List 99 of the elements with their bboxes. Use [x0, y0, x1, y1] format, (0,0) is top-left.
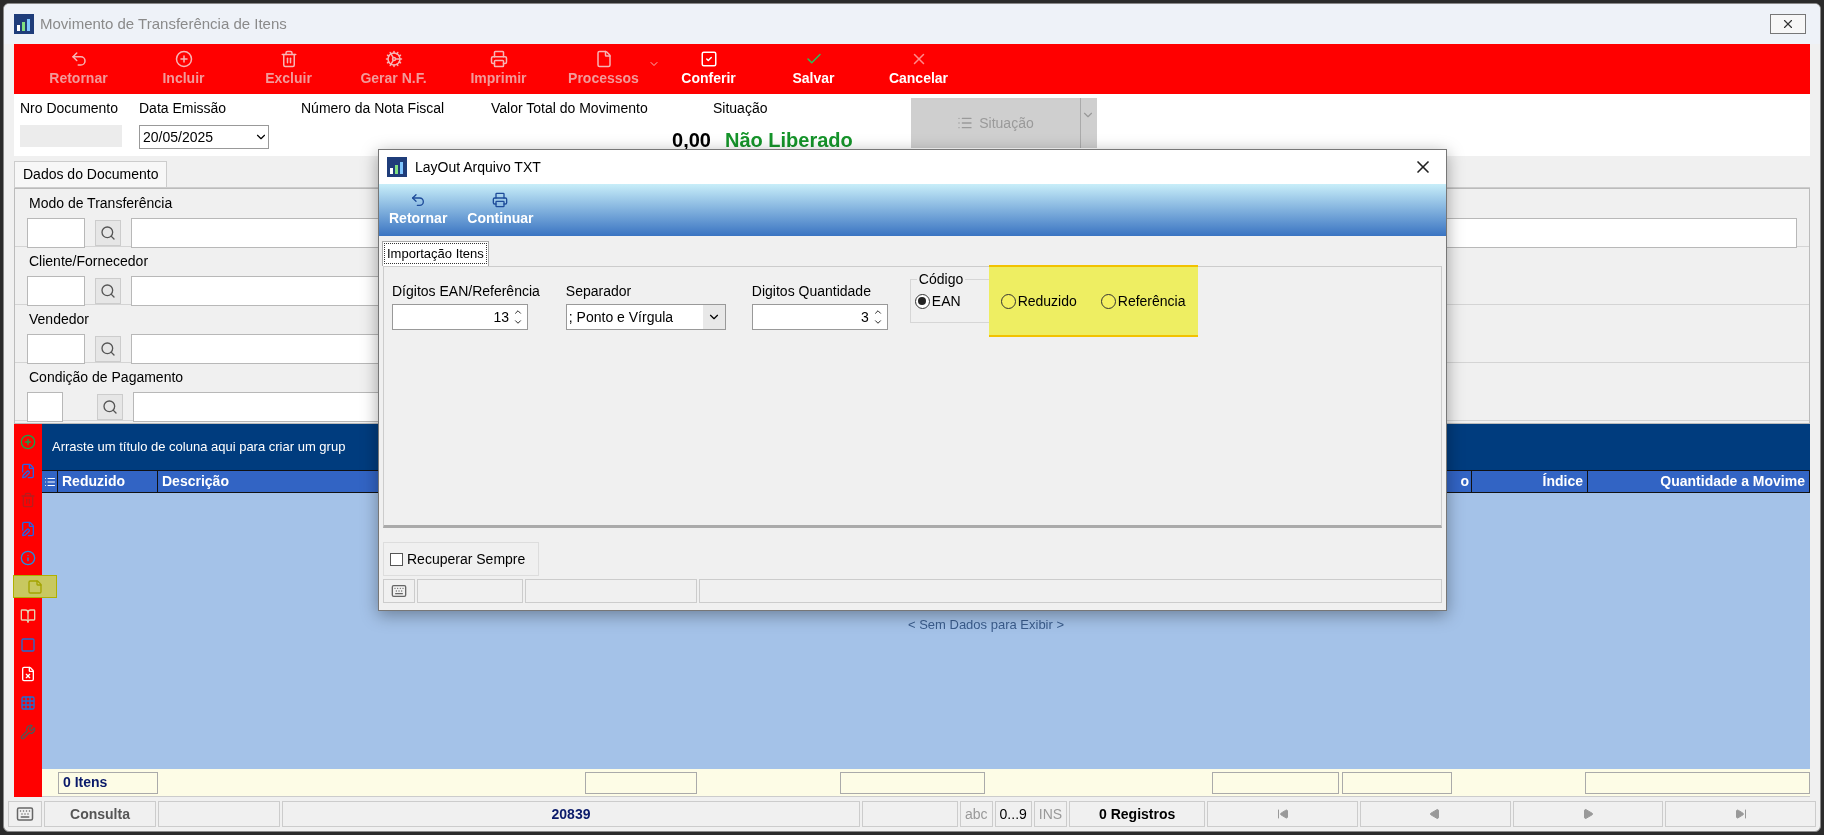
list-icon: [957, 115, 974, 131]
toolbar-button[interactable]: Continuar: [463, 191, 538, 229]
radio-icon: [914, 293, 930, 309]
field-label: Situação: [713, 99, 769, 118]
radio-option[interactable]: Reduzido: [988, 265, 1089, 337]
keyboard-icon: [383, 579, 415, 603]
spin-down-icon: [513, 317, 523, 327]
search-button[interactable]: [95, 336, 121, 362]
document-icon: [594, 49, 613, 68]
field-label: Valor Total do Movimento: [491, 99, 648, 118]
radio-option[interactable]: EAN: [914, 290, 989, 312]
wrench-icon: [20, 723, 36, 740]
tab[interactable]: Dados do Documento: [14, 161, 168, 187]
column-header[interactable]: Reduzido: [58, 471, 158, 492]
document-icon: [20, 665, 36, 682]
toolbar-button[interactable]: Conferir: [656, 46, 761, 92]
skip-back-icon: [1276, 808, 1289, 820]
printer-icon: [489, 49, 508, 68]
separator-select[interactable]: ; Ponto e Vírgula: [565, 304, 726, 330]
mode-indicator: Consulta: [44, 801, 156, 827]
search-icon: [100, 341, 116, 357]
toolbar-button[interactable]: Cancelar: [866, 46, 971, 92]
field-label: Dígitos EAN/Referência: [392, 282, 540, 301]
record-code: 20839: [282, 801, 860, 827]
previous-record-button[interactable]: [1359, 801, 1511, 827]
first-record-button[interactable]: [1207, 801, 1358, 827]
number-field[interactable]: 13: [392, 304, 528, 330]
field-label: Digitos Quantidade: [751, 282, 872, 301]
next-record-button[interactable]: [1512, 801, 1664, 827]
checkbox-icon: [699, 49, 718, 68]
search-icon: [102, 399, 118, 415]
close-button[interactable]: [1770, 14, 1806, 34]
field-label: Número da Nota Fiscal: [301, 100, 445, 116]
edit-icon: [20, 520, 36, 537]
app-icon: [14, 14, 34, 34]
plus-icon: [20, 433, 36, 450]
column-header[interactable]: Índice: [1472, 471, 1588, 492]
code-field[interactable]: [27, 334, 85, 364]
spin-up-icon: [872, 307, 883, 317]
plus-icon: [174, 49, 193, 68]
column-header[interactable]: Quantidade a Movime: [1588, 471, 1810, 492]
grid-icon: [20, 694, 36, 711]
tab[interactable]: Importação Itens: [382, 241, 489, 266]
skip-forward-icon: [1734, 808, 1747, 820]
search-button[interactable]: [95, 220, 121, 246]
note-icon: [27, 578, 43, 595]
play-icon: [1429, 808, 1442, 820]
undo-icon: [410, 191, 427, 208]
toolbar-button[interactable]: Salvar: [761, 46, 866, 92]
square-icon: [20, 636, 36, 653]
keyboard-icon: [8, 801, 42, 827]
key-indicator: 0...9: [994, 801, 1032, 827]
code-field[interactable]: [27, 392, 63, 422]
status-value: Não Liberado: [724, 128, 854, 153]
radio-option[interactable]: Referência: [1088, 265, 1198, 337]
column-chooser-icon[interactable]: [42, 471, 58, 492]
field-label: Separador: [565, 282, 633, 301]
last-record-button[interactable]: [1665, 801, 1816, 827]
book-icon: [20, 607, 36, 624]
code-field[interactable]: [27, 218, 85, 248]
number-field[interactable]: 3: [751, 304, 888, 330]
undo-icon: [69, 49, 88, 68]
field-label: Data Emissão: [139, 99, 228, 118]
field-label: Condição de Pagamento: [28, 368, 184, 387]
app-icon: [387, 157, 407, 177]
field-label: Vendedor: [28, 310, 89, 329]
record-count: 0 Registros: [1069, 801, 1206, 827]
dialog-title: LayOut Arquivo TXT: [415, 157, 541, 177]
checkbox-icon: [390, 552, 403, 566]
code-field[interactable]: [27, 276, 85, 306]
search-button[interactable]: [97, 394, 123, 420]
trash-icon: [20, 491, 36, 508]
key-indicator: abc: [960, 801, 993, 827]
search-icon: [100, 283, 116, 299]
close-icon: [1781, 17, 1795, 31]
date-field[interactable]: 20/05/2025: [139, 125, 269, 149]
trash-icon: [279, 49, 298, 68]
printer-icon: [492, 191, 509, 208]
play-icon: [1581, 808, 1594, 820]
empty-message: < Sem Dados para Exibir >: [907, 616, 1065, 634]
radio-icon: [1000, 293, 1016, 309]
info-icon: [20, 549, 36, 566]
radio-icon: [1100, 293, 1116, 309]
edit-icon: [20, 462, 36, 479]
search-button[interactable]: [95, 278, 121, 304]
recover-checkbox[interactable]: Recuperar Sempre: [383, 542, 539, 576]
total-value: 0,00: [672, 128, 711, 153]
gear-icon: [384, 49, 403, 68]
field-label: Cliente/Fornecedor: [28, 252, 149, 271]
spin-down-icon: [872, 317, 883, 327]
item-count: 0 Itens: [58, 771, 158, 794]
field-label: Modo de Transferência: [28, 194, 173, 213]
spin-up-icon: [513, 307, 523, 317]
group-hint: Arraste um título de coluna aqui para criar um grup: [52, 438, 346, 457]
toolbar-button[interactable]: Retornar: [385, 191, 452, 229]
key-indicator: INS: [1033, 801, 1068, 827]
field-label: Nro Documento: [20, 99, 120, 118]
search-icon: [100, 225, 116, 241]
window-title: Movimento de Transferência de Itens: [40, 13, 287, 34]
